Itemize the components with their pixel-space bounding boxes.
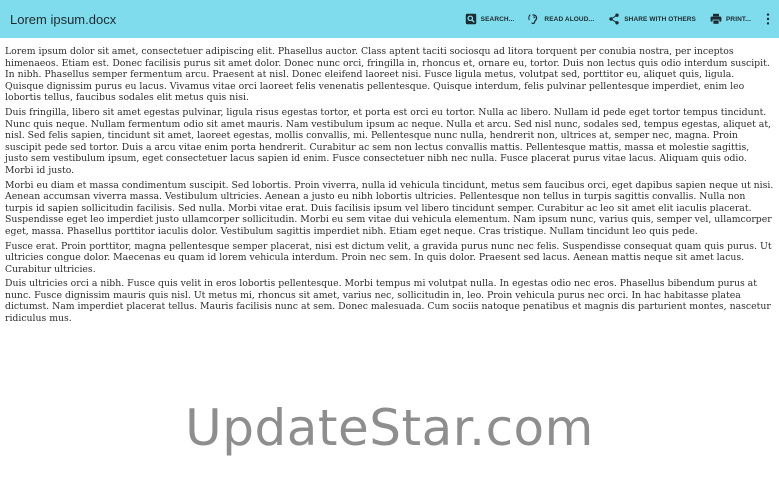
share-label: SHARE WITH OTHERS	[624, 15, 696, 23]
document-body: Lorem ipsum dolor sit amet, consectetuer…	[5, 46, 774, 328]
print-button[interactable]: PRINT...	[710, 13, 751, 25]
more-vertical-icon	[766, 13, 770, 25]
read-aloud-label: READ ALOUD...	[544, 15, 595, 23]
share-icon	[609, 13, 619, 25]
print-label: PRINT...	[726, 15, 751, 23]
share-button[interactable]: SHARE WITH OTHERS	[608, 13, 696, 25]
document-title: Lorem ipsum.docx	[10, 11, 117, 27]
app-bar: Lorem ipsum.docx SEARCH... READ ALOUD...	[0, 0, 779, 38]
search-icon	[465, 13, 476, 25]
paragraph: Duis fringilla, libero sit amet egestas …	[5, 106, 772, 176]
print-icon	[710, 13, 722, 25]
search-button[interactable]: SEARCH...	[465, 13, 515, 25]
paragraph: Duis ultricies orci a nibh. Fusce quis v…	[5, 278, 771, 325]
paragraph: Fusce erat. Proin porttitor, magna pelle…	[5, 240, 772, 275]
watermark: UpdateStar.com	[185, 399, 594, 457]
paragraph: Lorem ipsum dolor sit amet, consectetuer…	[5, 46, 770, 104]
more-options-button[interactable]	[763, 12, 773, 26]
search-label: SEARCH...	[480, 15, 515, 23]
read-aloud-icon	[528, 14, 538, 25]
toolbar-actions: SEARCH... READ ALOUD... SHARE WITH OTHER…	[451, 12, 773, 26]
read-aloud-button[interactable]: READ ALOUD...	[528, 13, 594, 25]
paragraph: Morbi eu diam et massa condimentum susci…	[5, 179, 774, 237]
